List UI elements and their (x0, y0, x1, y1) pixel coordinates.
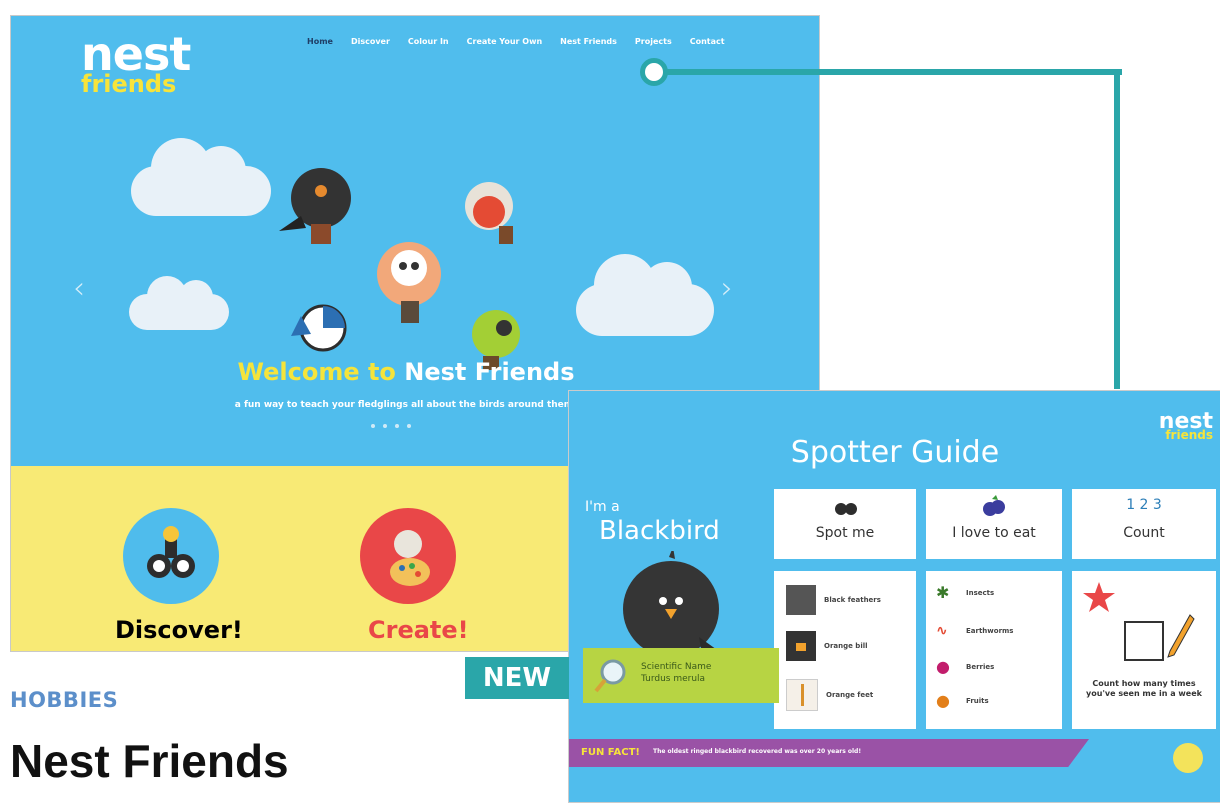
hero-title-part2: Nest Friends (404, 358, 575, 386)
insect-icon: ✱ (936, 583, 950, 602)
palette-icon[interactable] (360, 508, 456, 604)
hero-title-part1: Welcome to (237, 358, 405, 386)
feature-text: Orange feet (826, 691, 874, 699)
fruit-icon: ● (936, 691, 950, 710)
feature-row: Orange feet (786, 679, 873, 711)
category-label: HOBBIES (10, 688, 119, 712)
fun-fact-banner: FUN FACT! The oldest ringed blackbird re… (569, 739, 1089, 767)
count-label: Count (1123, 525, 1165, 541)
fun-fact-label: FUN FACT! (581, 747, 640, 758)
food-row: ✱ Insects (936, 585, 994, 601)
spot-me-card[interactable]: Spot me (774, 489, 916, 559)
berries-icon: ● (936, 657, 950, 676)
page-title: Nest Friends (10, 735, 289, 787)
guide-logo: nest friends (1159, 411, 1213, 442)
hero-title: Welcome to Nest Friends (11, 358, 801, 386)
carousel-dots[interactable] (371, 424, 411, 428)
count-tally-card[interactable]: Count how many times you've seen me in a… (1072, 571, 1216, 729)
orange-bill-icon (786, 631, 816, 661)
carousel-dot[interactable] (395, 424, 399, 428)
food-text: Earthworms (966, 627, 1014, 635)
i-love-to-eat-card[interactable]: I love to eat (926, 489, 1062, 559)
feature-text: Orange bill (824, 642, 868, 650)
berries-icon (983, 495, 1005, 516)
callout-connector-line (660, 69, 1122, 75)
binoculars-icon (835, 503, 857, 515)
carousel-dot[interactable] (407, 424, 411, 428)
callout-connector-ring (640, 58, 668, 86)
scientific-name-panel: Scientific Name Turdus merula (583, 648, 779, 703)
scientific-name-text: Scientific Name Turdus merula (641, 662, 711, 685)
carousel-dot[interactable] (371, 424, 375, 428)
star-badge-icon (1083, 582, 1115, 612)
guide-title: Spotter Guide (790, 435, 1000, 470)
earthworm-icon: ∿ (936, 623, 948, 639)
food-row: ∿ Earthworms (936, 623, 1013, 639)
callout-connector-line (1114, 69, 1120, 389)
black-feathers-icon (786, 585, 816, 615)
food-text: Berries (966, 663, 995, 671)
carousel-dot[interactable] (383, 424, 387, 428)
fun-fact-text: The oldest ringed blackbird recovered wa… (653, 748, 862, 755)
new-badge: NEW (465, 657, 569, 699)
scientific-name-label: Scientific Name (641, 662, 712, 672)
food-text: Fruits (966, 697, 989, 705)
feature-row: Black feathers (786, 585, 881, 615)
i-love-to-eat-label: I love to eat (952, 525, 1036, 541)
carousel-next-arrow[interactable]: › (721, 271, 733, 306)
tally-box[interactable] (1124, 621, 1164, 661)
feature-discover-label[interactable]: Discover! (115, 616, 243, 644)
count-instruction: Count how many times you've seen me in a… (1086, 679, 1202, 699)
scientific-name-value: Turdus merula (641, 673, 706, 684)
pencil-icon (1167, 614, 1195, 658)
food-row: ● Fruits (936, 693, 989, 709)
feature-row: Orange bill (786, 631, 868, 661)
count-card[interactable]: 1 2 3 Count (1072, 489, 1216, 559)
lightbulb-icon (1173, 743, 1203, 773)
bird-name: Blackbird (599, 516, 720, 546)
carousel-prev-arrow[interactable]: ‹ (73, 271, 85, 306)
spotter-guide-screenshot: Spotter Guide nest friends I'm a Blackbi… (568, 390, 1220, 803)
magnifying-glass-icon (594, 659, 626, 693)
food-text: Insects (966, 589, 995, 597)
spot-me-label: Spot me (815, 525, 875, 541)
feature-text: Black feathers (824, 596, 881, 604)
food-row: ● Berries (936, 659, 994, 675)
feature-create-label[interactable]: Create! (368, 616, 469, 644)
count-numbers: 1 2 3 (1126, 497, 1162, 513)
orange-feet-icon (786, 679, 818, 711)
im-a-label: I'm a (585, 499, 620, 515)
binoculars-icon[interactable] (123, 508, 219, 604)
guide-logo-friends: friends (1165, 427, 1213, 442)
foods-card: ✱ Insects ∿ Earthworms ● Berries ● Fruit… (926, 571, 1062, 729)
spot-features-card: Black feathers Orange bill Orange feet (774, 571, 916, 729)
